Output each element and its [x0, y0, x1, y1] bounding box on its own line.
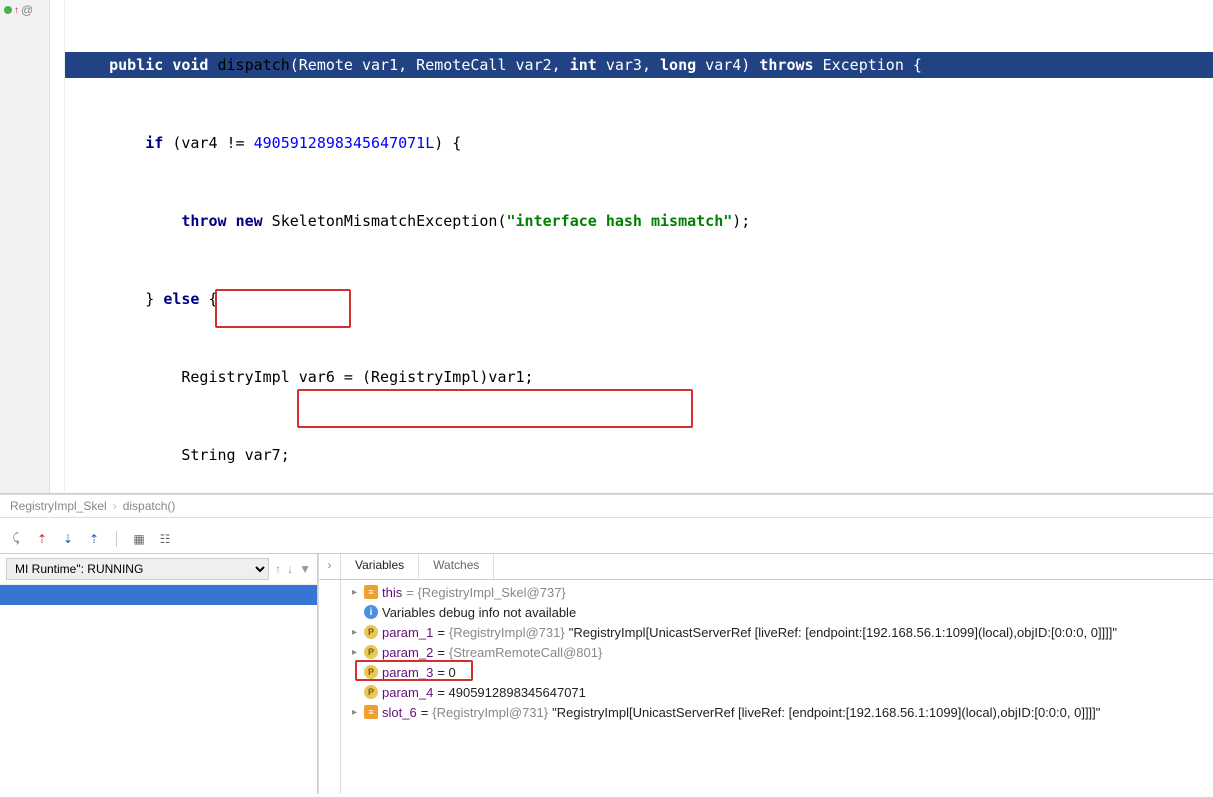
param-badge-icon: P: [364, 685, 378, 699]
debug-tabs: › Variables Watches: [319, 554, 1213, 580]
thread-filter-icon[interactable]: ▼: [299, 562, 311, 576]
step-up-icon[interactable]: ⇡: [34, 531, 50, 547]
thread-selector-row: MI Runtime": RUNNING ↑ ↓ ▼: [0, 554, 317, 585]
code-line[interactable]: String var7;: [65, 442, 1213, 468]
thread-prev-icon[interactable]: ↑: [275, 562, 281, 576]
tab-variables[interactable]: Variables: [341, 554, 419, 579]
param-badge-icon: P: [364, 645, 378, 659]
param-badge-icon: P: [364, 665, 378, 679]
variables-body: ▸ ≡ this = {RegistryImpl_Skel@737} i Var…: [319, 580, 1213, 794]
editor-pane: ↑ @ public void dispatch(Remote var1, Re…: [0, 0, 1213, 494]
var-name: param_4: [382, 685, 433, 700]
expand-icon[interactable]: ▸: [349, 707, 360, 718]
var-name: this: [382, 585, 402, 600]
breadcrumb-separator: ›: [113, 499, 117, 513]
object-badge-icon: ≡: [364, 705, 378, 719]
code-line[interactable]: } else {: [65, 286, 1213, 312]
code-line[interactable]: throw new SkeletonMismatchException("int…: [65, 208, 1213, 234]
variable-row[interactable]: ▸ P param_2 = {StreamRemoteCall@801}: [345, 642, 1209, 662]
code-line[interactable]: RegistryImpl var6 = (RegistryImpl)var1;: [65, 364, 1213, 390]
expand-all-icon[interactable]: ›: [319, 558, 340, 572]
layout-icon[interactable]: ☷: [157, 531, 173, 547]
var-name: param_1: [382, 625, 433, 640]
variable-row: i Variables debug info not available: [345, 602, 1209, 622]
expand-icon[interactable]: ▸: [349, 627, 360, 638]
thread-next-icon[interactable]: ↓: [287, 562, 293, 576]
var-value: "RegistryImpl[UnicastServerRef [liveRef:…: [552, 705, 1100, 720]
vars-toolbar: ›: [319, 554, 341, 579]
variables-list[interactable]: ▸ ≡ this = {RegistryImpl_Skel@737} i Var…: [341, 580, 1213, 794]
expand-icon[interactable]: ▸: [349, 587, 360, 598]
info-text: Variables debug info not available: [382, 605, 576, 620]
breakpoint-icon[interactable]: [4, 6, 12, 14]
variable-row[interactable]: ▸ ≡ this = {RegistryImpl_Skel@737}: [345, 582, 1209, 602]
vars-side-tools: [319, 580, 341, 794]
var-name: param_3: [382, 665, 433, 680]
grid-icon[interactable]: ▦: [131, 531, 147, 547]
variable-row[interactable]: ▸ P param_1 = {RegistryImpl@731} "Regist…: [345, 622, 1209, 642]
breadcrumb-item[interactable]: RegistryImpl_Skel: [10, 499, 107, 513]
var-name: param_2: [382, 645, 433, 660]
thread-select[interactable]: MI Runtime": RUNNING: [6, 558, 269, 580]
step-into-icon[interactable]: ⇣: [60, 531, 76, 547]
execution-arrow-icon: ↑: [14, 5, 19, 16]
expand-icon[interactable]: ▸: [349, 647, 360, 658]
restart-frame-icon[interactable]: ⤹: [8, 531, 24, 547]
frames-list[interactable]: [0, 585, 317, 794]
annotation-box-readobject: [297, 389, 693, 428]
var-value: {StreamRemoteCall@801}: [449, 645, 602, 660]
tab-watches[interactable]: Watches: [419, 554, 494, 579]
debug-panel: MI Runtime": RUNNING ↑ ↓ ▼ › Variables W…: [0, 554, 1213, 794]
info-icon: i: [364, 605, 378, 619]
breadcrumb: RegistryImpl_Skel › dispatch(): [0, 494, 1213, 518]
step-out-icon[interactable]: ⇡: [86, 531, 102, 547]
breadcrumb-item[interactable]: dispatch(): [123, 499, 176, 513]
variable-row[interactable]: ▸ ≡ slot_6 = {RegistryImpl@731} "Registr…: [345, 702, 1209, 722]
code-line-current[interactable]: public void dispatch(Remote var1, Remote…: [65, 52, 1213, 78]
param-badge-icon: P: [364, 625, 378, 639]
variable-row[interactable]: P param_4 = 4905912898345647071: [345, 682, 1209, 702]
editor-gutter: ↑ @: [0, 0, 50, 493]
code-editor[interactable]: public void dispatch(Remote var1, Remote…: [65, 0, 1213, 493]
override-icon[interactable]: @: [21, 3, 33, 17]
frames-panel: MI Runtime": RUNNING ↑ ↓ ▼: [0, 554, 318, 794]
var-value: = {RegistryImpl_Skel@737}: [406, 585, 566, 600]
variables-panel: › Variables Watches ▸ ≡ this = {Registry…: [318, 554, 1213, 794]
object-badge-icon: ≡: [364, 585, 378, 599]
var-name: slot_6: [382, 705, 417, 720]
debug-toolbar: ⤹ ⇡ ⇣ ⇡ ▦ ☷: [0, 524, 1213, 554]
variable-row[interactable]: P param_3 = 0: [345, 662, 1209, 682]
var-value: = 0: [437, 665, 455, 680]
code-line[interactable]: if (var4 != 4905912898345647071L) {: [65, 130, 1213, 156]
var-value: = 4905912898345647071: [437, 685, 586, 700]
var-value: "RegistryImpl[UnicastServerRef [liveRef:…: [569, 625, 1117, 640]
toolbar-divider: [116, 531, 117, 547]
fold-column: [50, 0, 65, 493]
stack-frame-selected[interactable]: [0, 585, 317, 605]
